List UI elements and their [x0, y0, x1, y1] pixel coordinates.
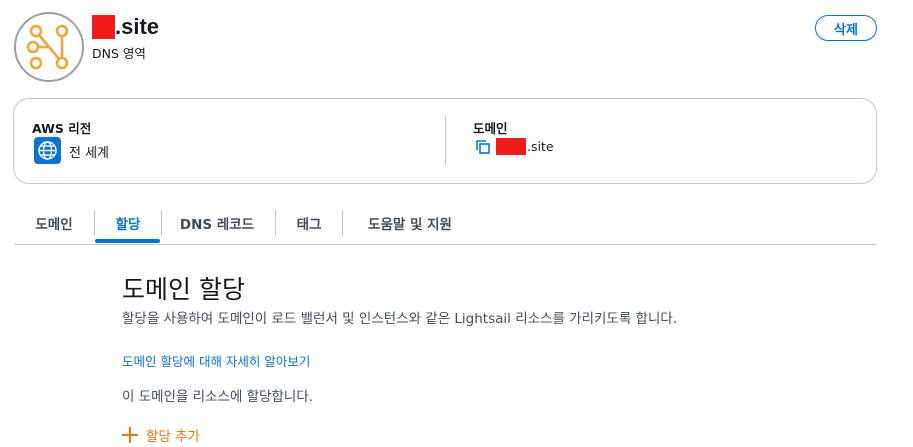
tab-tags[interactable]: 태그	[291, 210, 327, 236]
redacted-domain-name	[496, 138, 526, 155]
page-title-suffix: .site	[115, 14, 160, 39]
tab-separator	[275, 210, 276, 236]
section-note: 이 도메인을 리소스에 할당합니다.	[122, 389, 314, 405]
region-value: 전 세계	[69, 146, 110, 161]
add-assignment-label: 할당 추가	[146, 429, 200, 445]
add-assignment-button[interactable]: 할당 추가	[121, 425, 200, 445]
active-tab-indicator	[95, 239, 160, 243]
info-card: AWS 리전 전 세계 도메인 .site	[13, 98, 877, 184]
section-title: 도메인 할당	[122, 275, 245, 304]
tab-dns-records[interactable]: DNS 레코드	[174, 210, 260, 236]
tab-separator	[161, 210, 162, 236]
tab-bar: 도메인 할당 DNS 레코드 태그 도움말 및 지원	[14, 200, 877, 245]
domain-label: 도메인	[473, 121, 508, 136]
page-subtitle: DNS 영역	[92, 46, 146, 61]
region-label: AWS 리전	[32, 121, 92, 136]
learn-more-link[interactable]: 도메인 할당에 대해 자세히 알아보기	[122, 351, 310, 370]
delete-button[interactable]: 삭제	[815, 15, 877, 41]
section-description: 할당을 사용하여 도메인이 로드 밸런서 및 인스턴스와 같은 Lightsai…	[122, 311, 678, 327]
dns-zone-icon	[14, 12, 84, 82]
tab-separator	[342, 210, 343, 236]
tab-separator	[94, 210, 95, 236]
redacted-domain-name	[92, 15, 115, 39]
tab-help-support[interactable]: 도움말 및 지원	[360, 210, 460, 236]
globe-icon	[34, 137, 61, 164]
tab-assignments[interactable]: 할당	[104, 210, 152, 236]
copy-icon[interactable]	[475, 139, 491, 155]
plus-icon	[121, 426, 139, 444]
page-title: .site	[92, 13, 159, 41]
domain-suffix: .site	[527, 139, 554, 154]
tab-domain[interactable]: 도메인	[32, 210, 76, 236]
domain-value: .site	[496, 138, 554, 155]
card-divider	[445, 117, 446, 165]
